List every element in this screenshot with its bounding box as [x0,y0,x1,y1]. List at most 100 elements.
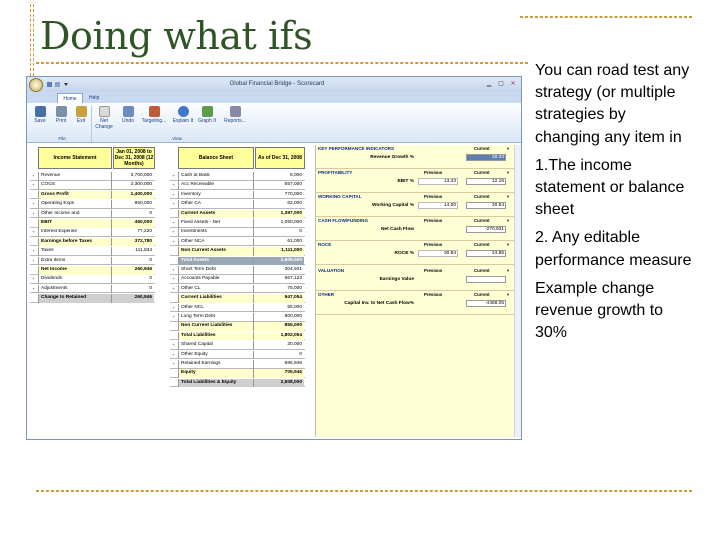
row-value[interactable]: 2,508,000 [254,256,304,266]
row-value[interactable]: 557,000 [254,181,304,190]
expand-icon[interactable]: + [170,304,177,312]
row-value[interactable]: 62,000 [254,200,304,209]
row-value[interactable]: 0 [112,275,154,284]
expand-icon[interactable] [30,219,37,227]
table-row[interactable]: + Long Term Debt 800,000 [170,313,305,322]
row-value[interactable]: 950,000 [112,200,154,209]
print-button[interactable]: Print [50,105,72,135]
net-change-button[interactable]: Net Change [93,105,115,135]
table-row[interactable]: + Extra Items 0 [30,256,155,266]
row-value[interactable]: 0 [112,257,154,266]
expand-icon[interactable]: + [170,360,177,368]
table-row[interactable]: Non Current Assets 1,111,000 [170,247,305,256]
chevron-down-icon[interactable]: ▼ [506,268,510,273]
expand-icon[interactable]: + [30,275,37,283]
undo-button[interactable]: Undo [117,105,139,135]
expand-icon[interactable]: + [170,275,177,283]
row-value[interactable]: 260,946 [112,266,154,275]
chevron-down-icon[interactable]: ▼ [506,194,510,199]
table-row[interactable]: + Acc Receivable 557,000 [170,181,305,190]
row-value[interactable]: 0 [254,351,304,360]
row-value[interactable]: 0 [112,210,154,219]
close-button[interactable]: ✕ [508,80,518,89]
expand-icon[interactable]: + [30,285,37,293]
row-value[interactable]: 567,123 [254,275,304,284]
row-value[interactable]: 685,946 [254,360,304,369]
row-value[interactable]: 1,400,000 [112,190,154,200]
minimize-button[interactable]: ▁ [484,80,494,89]
table-row[interactable]: Net Income 260,946 [30,266,155,275]
table-row[interactable]: + Other NCA 61,000 [170,237,305,247]
kpi-current-value[interactable]: 12.16 [466,178,506,185]
graph-it-button[interactable]: Graph It [196,105,218,135]
table-row[interactable]: + Dividends 0 [30,275,155,284]
row-value[interactable]: 111,834 [112,247,154,256]
kpi-current-value[interactable]: 20.54 [466,202,506,209]
table-row[interactable]: + Taxes 111,834 [30,247,155,256]
expand-icon[interactable]: + [170,341,177,349]
row-value[interactable]: 800,000 [254,313,304,322]
expand-icon[interactable]: + [170,172,177,180]
row-value[interactable]: 77,220 [112,228,154,237]
row-value[interactable]: 947,054 [254,294,304,303]
table-row[interactable]: + Accounts Payable 567,123 [170,275,305,284]
expand-icon[interactable]: + [170,228,177,236]
chevron-down-icon[interactable]: ▼ [506,218,510,223]
expand-icon[interactable]: + [170,351,177,359]
table-row[interactable]: Gross Profit 1,400,000 [30,190,155,200]
table-row[interactable]: + Other CA 62,000 [170,200,305,209]
table-row[interactable]: Total Liabilities & Equity 2,508,000 [170,378,305,388]
chevron-down-icon[interactable]: ▼ [506,242,510,247]
table-row[interactable]: + Adjustments 0 [30,284,155,294]
expand-icon[interactable]: + [30,257,37,265]
expand-icon[interactable]: + [30,210,37,218]
row-value[interactable]: 705,946 [254,369,304,378]
expand-icon[interactable] [170,210,177,218]
expand-icon[interactable]: + [170,200,177,208]
kpi-current-value[interactable]: 28.33 [466,154,506,161]
kpi-current-value[interactable]: 24.85 [466,250,506,257]
row-value[interactable]: 1,802,054 [254,331,304,341]
table-row[interactable]: + Inventory 770,000 [170,190,305,200]
quick-access-toolbar[interactable] [46,81,70,88]
table-row[interactable]: + Other Income and 0 [30,209,155,219]
table-row[interactable]: + Short Term Debt 304,931 [170,266,305,275]
row-value[interactable]: 55,000 [254,304,304,313]
targeting-button[interactable]: Targeting... [139,105,169,135]
maximize-button[interactable]: ▢ [496,80,506,89]
app-orb-button[interactable] [29,78,43,92]
table-row[interactable]: EBIT 450,000 [30,219,155,228]
table-row[interactable]: + Other NCL 55,000 [170,303,305,313]
row-value[interactable]: 770,000 [254,191,304,200]
table-row[interactable]: Total Assets 2,508,000 [170,256,305,266]
row-value[interactable]: 0 [254,228,304,237]
row-value[interactable]: 450,000 [112,219,154,228]
expand-icon[interactable]: + [30,172,37,180]
expand-icon[interactable]: + [30,200,37,208]
table-row[interactable]: Current Assets 1,397,000 [170,209,305,219]
expand-icon[interactable]: + [30,228,37,236]
kpi-current-value[interactable] [466,276,506,283]
row-value[interactable]: 2,300,000 [112,181,154,190]
kpi-current-value[interactable]: -270,931 [466,226,506,233]
exit-button[interactable]: Exit [70,105,92,135]
table-row[interactable]: + Operating Exps 950,000 [30,200,155,209]
explain-it-button[interactable]: Explain It [172,105,194,135]
chevron-down-icon[interactable]: ▼ [506,170,510,175]
table-row[interactable]: Earnings before Taxes 372,780 [30,237,155,247]
row-value[interactable]: 260,946 [112,294,154,303]
expand-icon[interactable] [170,322,177,330]
table-row[interactable]: + Shared Capital 20,000 [170,341,305,350]
chevron-down-icon[interactable]: ▼ [506,292,510,297]
expand-icon[interactable] [30,294,37,302]
row-value[interactable]: 20,000 [254,341,304,350]
expand-icon[interactable] [30,238,37,246]
row-value[interactable]: 304,931 [254,266,304,275]
reports-button[interactable]: Reports... [220,105,250,135]
expand-icon[interactable]: + [30,247,37,255]
table-row[interactable]: Non Current Liabilities 855,000 [170,322,305,331]
row-value[interactable]: 2,508,000 [254,378,304,388]
table-row[interactable]: + Other Equity 0 [170,350,305,360]
row-value[interactable]: 3,700,000 [112,172,154,181]
save-button[interactable]: Save [29,105,51,135]
